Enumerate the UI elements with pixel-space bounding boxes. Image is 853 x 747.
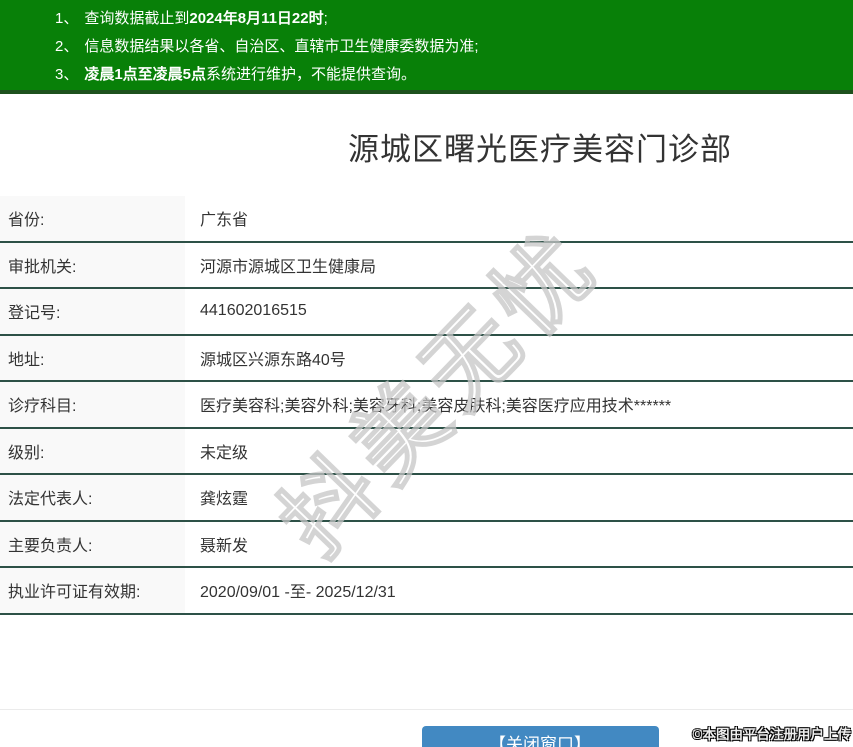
table-row-approval-authority: 审批机关: 河源市源城区卫生健康局 [0,242,853,289]
notice-line-2: 2、 信息数据结果以各省、自治区、直辖市卫生健康委数据为准; [0,33,853,61]
notice-text-bold: 凌晨1点至凌晨5点 [84,66,207,83]
notice-text: 系统进行维护，不能提供查询。 [206,66,417,83]
notice-text-bold: 2024年8月11日22时 [189,10,324,27]
footer-divider [0,708,853,710]
row-label: 诊疗科目: [0,382,185,427]
table-row-license-validity: 执业许可证有效期: 2020/09/01 -至- 2025/12/31 [0,568,853,615]
row-value: 未定级 [185,428,853,473]
info-table: 省份: 广东省 审批机关: 河源市源城区卫生健康局 登记号: 441602016… [0,196,853,615]
table-row-province: 省份: 广东省 [0,196,853,243]
notice-line-1: 1、 查询数据截止到2024年8月11日22时; [0,5,853,33]
table-row-legal-representative: 法定代表人: 龚炫霆 [0,475,853,522]
notice-line-3: 3、 凌晨1点至凌晨5点系统进行维护，不能提供查询。 [0,61,853,89]
page-title: 源城区曙光医疗美容门诊部 [348,132,732,167]
table-row-principal: 主要负责人: 聂新发 [0,521,853,568]
row-label: 登记号: [0,289,185,334]
notice-text: 查询数据截止到 [84,10,190,27]
row-value: 源城区兴源东路40号 [185,335,853,380]
row-value: 医疗美容科;美容外科;美容牙科;美容皮肤科;美容医疗应用技术****** [185,382,853,427]
row-label: 主要负责人: [0,521,185,566]
row-label: 地址: [0,335,185,380]
notice-text: 信息数据结果以各省、自治区、直辖市卫生健康委数据为准; [84,38,479,55]
row-label: 法定代表人: [0,475,185,520]
row-value: 河源市源城区卫生健康局 [185,242,853,287]
notice-number: 2、 [55,38,79,55]
row-label: 省份: [0,196,185,241]
notice-text: ; [323,10,328,27]
table-row-address: 地址: 源城区兴源东路40号 [0,335,853,382]
row-label: 审批机关: [0,242,185,287]
row-label: 级别: [0,428,185,473]
page-container: 1、 查询数据截止到2024年8月11日22时; 2、 信息数据结果以各省、自治区、… [0,0,853,747]
screenshot-root: 1、 查询数据截止到2024年8月11日22时; 2、 信息数据结果以各省、自治区、… [0,0,853,747]
row-label: 执业许可证有效期: [0,568,185,613]
table-row-level: 级别: 未定级 [0,428,853,475]
table-row-clinical-departments: 诊疗科目: 医疗美容科;美容外科;美容牙科;美容皮肤科;美容医疗应用技术****… [0,382,853,429]
notice-bar: 1、 查询数据截止到2024年8月11日22时; 2、 信息数据结果以各省、自治区、… [0,0,853,94]
row-value: 龚炫霆 [185,475,853,520]
row-value: 聂新发 [185,521,853,566]
table-row-registration-number: 登记号: 441602016515 [0,289,853,336]
notice-number: 1、 [55,10,79,27]
row-value: 2020/09/01 -至- 2025/12/31 [185,568,853,613]
row-value: 广东省 [185,196,853,241]
notice-number: 3、 [55,66,79,83]
row-value: 441602016515 [185,289,853,334]
photo-credit-watermark: ©本图由平台注册用户上传 [692,727,851,742]
close-window-button[interactable]: 【关闭窗口】 [421,725,659,747]
